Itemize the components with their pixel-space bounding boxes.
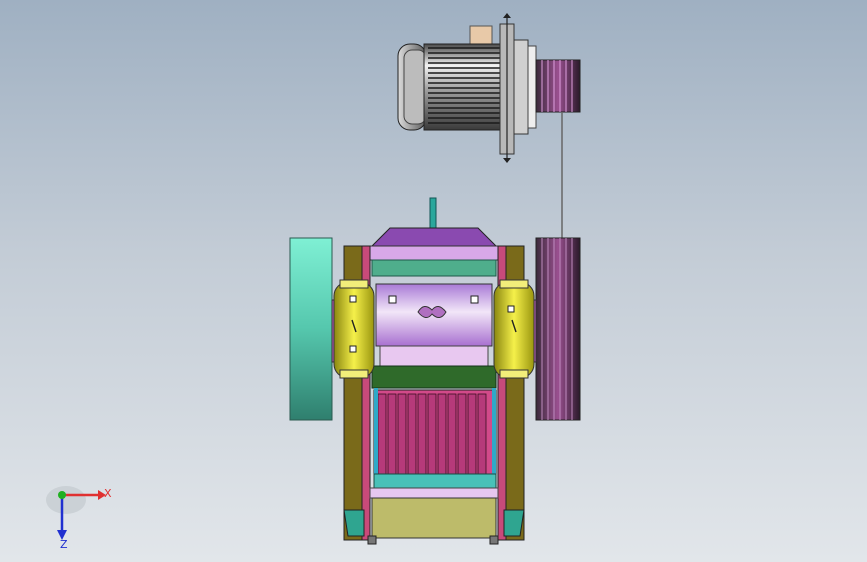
motor-pulley-icon[interactable] bbox=[535, 59, 581, 113]
3d-model-viewport[interactable]: X Z bbox=[0, 0, 867, 562]
flywheel-icon[interactable] bbox=[289, 237, 339, 421]
discharge-hopper-icon[interactable] bbox=[367, 487, 499, 545]
crusher-assembly-model[interactable] bbox=[0, 0, 867, 562]
orientation-triad: X Z bbox=[46, 486, 112, 550]
x-axis-label: X bbox=[104, 487, 112, 500]
motor-body-icon[interactable] bbox=[397, 13, 537, 163]
jaw-plate-icon[interactable] bbox=[371, 283, 497, 489]
z-axis-label: Z bbox=[60, 538, 68, 550]
